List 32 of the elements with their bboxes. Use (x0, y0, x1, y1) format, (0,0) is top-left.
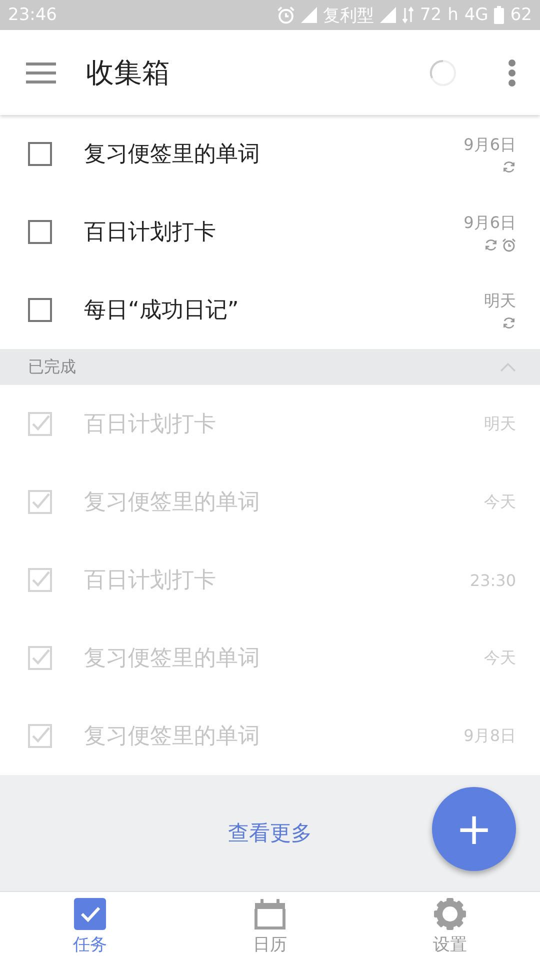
task-title[interactable]: 每日“成功日记” (84, 295, 484, 325)
task-title[interactable]: 百日计划打卡 (84, 409, 484, 439)
task-title[interactable]: 复习便签里的单词 (84, 721, 464, 751)
battery-icon (494, 6, 504, 24)
signal-icon (380, 7, 396, 23)
section-header[interactable]: 已完成 (0, 349, 540, 385)
nav-tab[interactable]: 设置 (360, 892, 540, 960)
due-date: 9月6日 (464, 212, 516, 234)
due-date: 明天 (484, 290, 516, 312)
task-title[interactable]: 复习便签里的单词 (84, 643, 484, 673)
page-title: 收集箱 (86, 54, 171, 90)
task-title[interactable]: 百日计划打卡 (84, 217, 464, 247)
checkbox[interactable] (28, 298, 52, 322)
checkbox[interactable] (28, 220, 52, 244)
add-button[interactable]: + (432, 787, 516, 871)
checkbox[interactable] (28, 142, 52, 166)
section-title: 已完成 (28, 356, 77, 378)
task-title[interactable]: 百日计划打卡 (84, 565, 470, 595)
alarm-icon (276, 6, 295, 24)
settings-icon (433, 896, 467, 930)
task-title[interactable]: 复习便签里的单词 (84, 487, 484, 517)
nav-tab[interactable]: 任务 (0, 892, 180, 960)
menu-icon[interactable] (26, 62, 56, 84)
calendar-icon (253, 896, 287, 930)
task-title[interactable]: 复习便签里的单词 (84, 139, 464, 169)
checkbox-icon (73, 896, 107, 930)
nav-tab[interactable]: 日历 (180, 892, 360, 960)
data-arrows-icon (402, 6, 414, 24)
more-icon[interactable] (508, 58, 516, 86)
see-more-link[interactable]: 查看更多 (222, 813, 318, 853)
due-date: 9月6日 (464, 134, 516, 156)
signal-icon (300, 7, 317, 23)
